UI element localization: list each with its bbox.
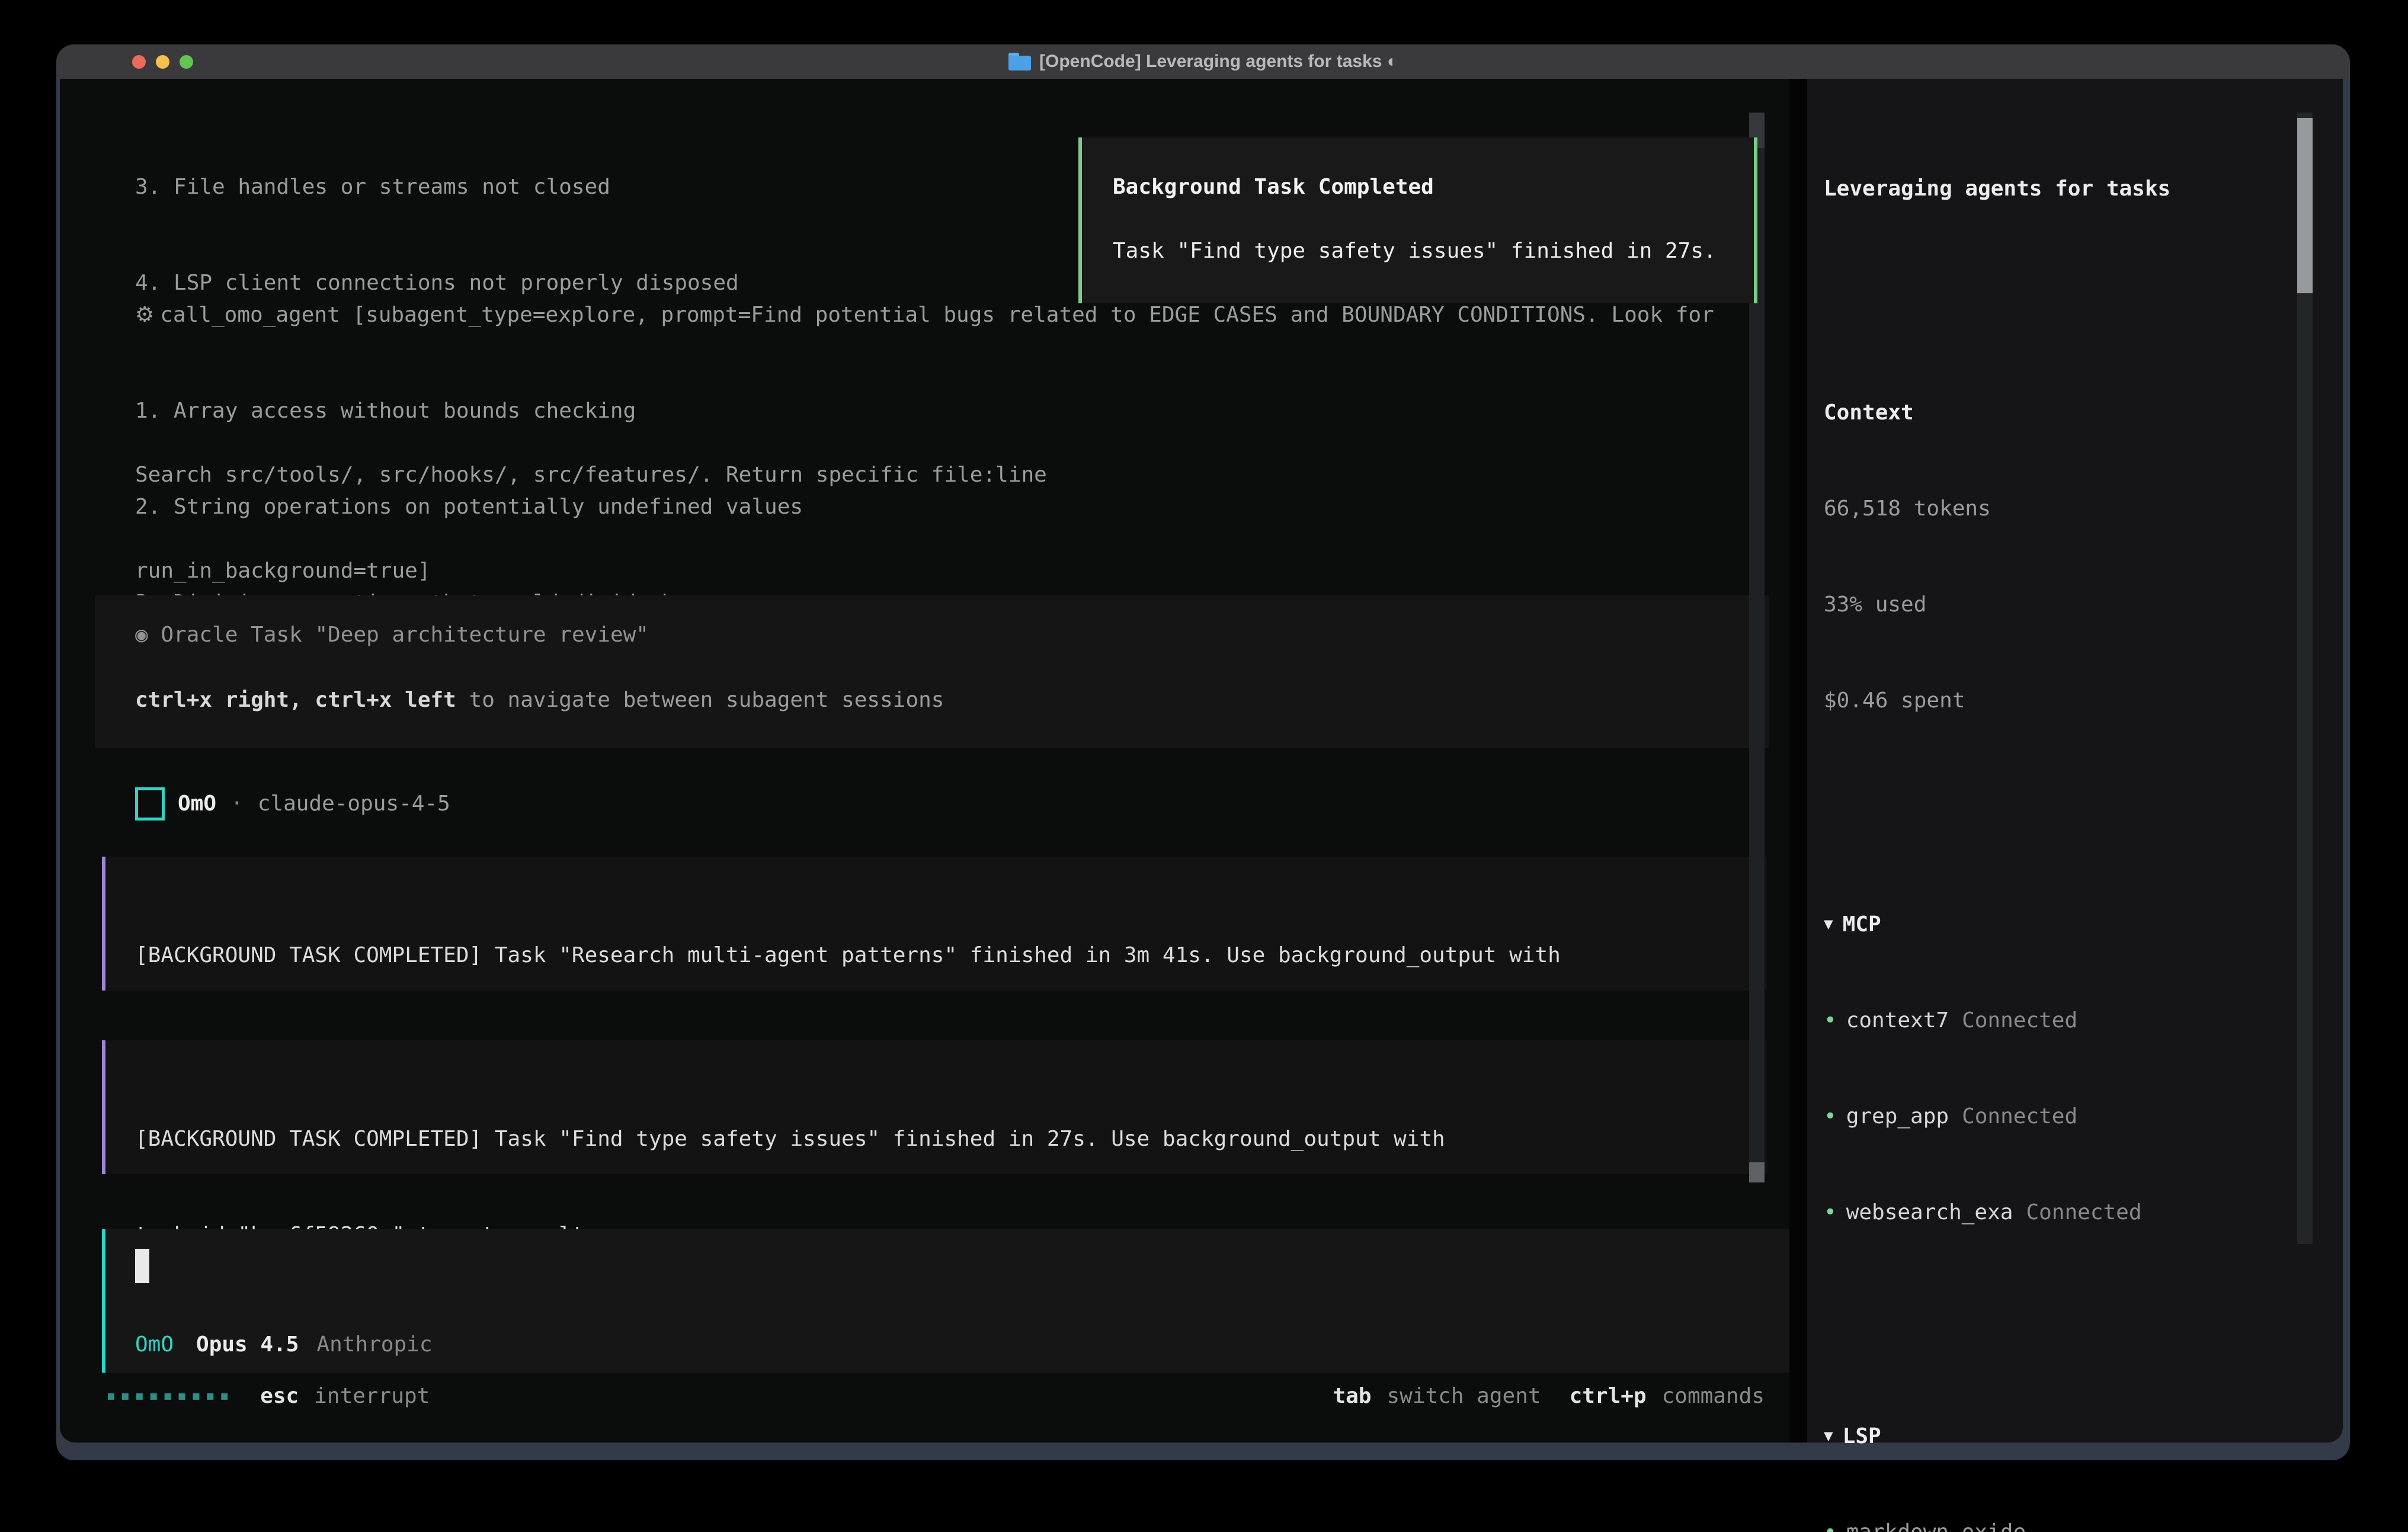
record-icon: ◉ [135, 623, 148, 647]
task-message-line: [BACKGROUND TASK COMPLETED] Task "Find t… [135, 1123, 1767, 1155]
sidebar-content: Leveraging agents for tasks Context 66,5… [1824, 109, 2310, 1532]
background-task-toast: Background Task Completed Task "Find typ… [1078, 137, 1757, 303]
context-spent: $0.46 spent [1824, 685, 2310, 717]
mcp-item: • context7 Connected [1824, 1005, 2310, 1037]
tool-call-title: call_omo_agent [subagent_type=explore, p… [160, 299, 1714, 331]
chevron-down-icon: ▼ [1824, 1420, 1833, 1452]
task-message-line: [BACKGROUND TASK COMPLETED] Task "Resear… [135, 940, 1767, 972]
lsp-item: • markdown-oxide [1824, 1517, 2310, 1532]
oracle-task-title: ◉ Oracle Task "Deep architecture review" [135, 619, 649, 651]
bullet-icon: • [1824, 1520, 1837, 1532]
context-tokens: 66,518 tokens [1824, 493, 2310, 525]
hint-rest: to navigate between subagent sessions [456, 688, 944, 712]
folder-icon [1008, 53, 1031, 70]
statusbar-right: tab switch agent ctrl+p commands [1333, 1380, 1765, 1412]
mcp-item: • websearch_exa Connected [1824, 1197, 2310, 1229]
tab-key-hint: tab [1333, 1380, 1371, 1412]
bullet-icon: • [1824, 1200, 1837, 1225]
mcp-status: Connected [2026, 1200, 2141, 1225]
esc-key-hint: esc [260, 1380, 299, 1412]
toast-title: Background Task Completed [1113, 171, 1434, 203]
input-provider: Anthropic [316, 1329, 432, 1361]
context-used: 33% used [1824, 589, 2310, 621]
oracle-task-hint: ctrl+x right, ctrl+x left to navigate be… [135, 684, 944, 716]
commands-key-hint: ctrl+p [1570, 1380, 1647, 1412]
hint-keys: ctrl+x right, ctrl+x left [135, 688, 456, 712]
agent-model: claude-opus-4-5 [258, 788, 450, 820]
task-message-card: [BACKGROUND TASK COMPLETED] Task "Resear… [102, 857, 1767, 991]
session-title: Leveraging agents for tasks [1824, 173, 2310, 205]
mcp-status: Connected [1962, 1008, 2077, 1033]
desktop: [OpenCode] Leveraging agents for tasks ◐… [0, 0, 2408, 1532]
tool-call-line: 1. Array access without bounds checking [135, 395, 1651, 427]
agent-header-row: OmO · claude-opus-4-5 [135, 787, 450, 821]
titlebar[interactable]: [OpenCode] Leveraging agents for tasks ◐ [56, 44, 2350, 79]
mcp-status: Connected [1962, 1104, 2077, 1129]
separator-dot: · [230, 788, 244, 820]
agent-name: OmO [178, 788, 216, 820]
tab-key-label: switch agent [1386, 1380, 1541, 1412]
input-meta-row: OmO Opus 4.5 Anthropic [135, 1329, 433, 1361]
spacer [1824, 781, 2310, 813]
oracle-task-card: ◉ Oracle Task "Deep architecture review"… [95, 595, 1769, 748]
mcp-name: grep_app [1846, 1104, 1949, 1129]
statusbar-left: ▪▪▪▪▪▪▪▪▪ esc interrupt [107, 1380, 430, 1412]
tool-call-line: 2. String operations on potentially unde… [135, 491, 1651, 523]
gear-icon: ⚙ [135, 299, 154, 331]
lsp-name: markdown-oxide [1846, 1520, 2026, 1532]
lsp-section-heading[interactable]: ▼LSP [1824, 1421, 2310, 1453]
esc-key-label: interrupt [314, 1380, 430, 1412]
chevron-down-icon: ▼ [1824, 908, 1833, 940]
input-agent: OmO [135, 1329, 174, 1361]
mcp-item: • grep_app Connected [1824, 1101, 2310, 1133]
mcp-name: websearch_exa [1846, 1200, 2013, 1225]
task-message-card: [BACKGROUND TASK COMPLETED] Task "Find t… [102, 1040, 1767, 1174]
tool-call-header: ⚙ call_omo_agent [subagent_type=explore,… [135, 299, 1714, 331]
main-scrollbar-thumb[interactable] [1749, 1162, 1765, 1182]
input-model: Opus 4.5 [196, 1329, 299, 1361]
commands-key-label: commands [1662, 1380, 1765, 1412]
text-cursor [135, 1249, 149, 1283]
scrollback-line: 4. LSP client connections not properly d… [135, 267, 1047, 299]
omo-agent-icon [135, 787, 165, 821]
context-heading: Context [1824, 397, 2310, 429]
mcp-section-heading[interactable]: ▼MCP [1824, 909, 2310, 941]
bullet-icon: • [1824, 1008, 1837, 1033]
window-title: [OpenCode] Leveraging agents for tasks ◐ [1039, 52, 1398, 72]
prompt-input[interactable]: OmO Opus 4.5 Anthropic [102, 1229, 1789, 1373]
spinner-dots: ▪▪▪▪▪▪▪▪▪ [107, 1380, 234, 1412]
spacer [1824, 269, 2310, 301]
toast-body: Task "Find type safety issues" finished … [1113, 235, 1717, 267]
panel-divider [1789, 79, 1807, 1443]
bullet-icon: • [1824, 1104, 1837, 1129]
scrollback-line: 3. File handles or streams not closed [135, 171, 1047, 203]
window-title-wrap: [OpenCode] Leveraging agents for tasks ◐ [56, 44, 2350, 79]
spacer [1824, 1293, 2310, 1325]
mcp-name: context7 [1846, 1008, 1949, 1033]
